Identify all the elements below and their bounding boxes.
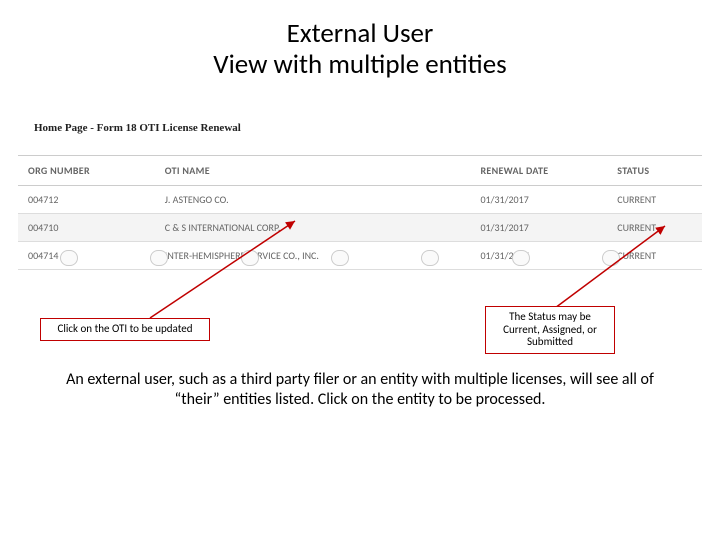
cell-name: J. ASTENGO CO. <box>155 186 471 214</box>
page-pill[interactable] <box>602 250 620 266</box>
cell-date: 01/31/2017 <box>470 186 607 214</box>
cell-org: 004712 <box>18 186 155 214</box>
col-org-number: ORG NUMBER <box>18 156 155 186</box>
page-pill[interactable] <box>331 250 349 266</box>
pagination-row <box>60 250 690 266</box>
cell-status: CURRENT <box>607 214 702 242</box>
table-header-row: ORG NUMBER OTI NAME RENEWAL DATE STATUS <box>18 156 702 186</box>
col-status: STATUS <box>607 156 702 186</box>
title-line-2: View with multiple entities <box>0 49 720 80</box>
cell-date: 01/31/2017 <box>470 214 607 242</box>
cell-name: C & S INTERNATIONAL CORP. <box>155 214 471 242</box>
page-pill[interactable] <box>241 250 259 266</box>
page-pill[interactable] <box>60 250 78 266</box>
callout-left: Click on the OTI to be updated <box>40 318 210 341</box>
callout-right: The Status may be Current, Assigned, or … <box>485 306 615 354</box>
cell-org: 004710 <box>18 214 155 242</box>
page-pill[interactable] <box>421 250 439 266</box>
col-renewal-date: RENEWAL DATE <box>470 156 607 186</box>
col-oti-name: OTI NAME <box>155 156 471 186</box>
cell-status: CURRENT <box>607 186 702 214</box>
body-paragraph: An external user, such as a third party … <box>64 370 656 410</box>
title-line-1: External User <box>0 18 720 49</box>
page-pill[interactable] <box>150 250 168 266</box>
table-row[interactable]: 004712 J. ASTENGO CO. 01/31/2017 CURRENT <box>18 186 702 214</box>
slide-title: External User View with multiple entitie… <box>0 0 720 80</box>
page-pill[interactable] <box>512 250 530 266</box>
table-row[interactable]: 004710 C & S INTERNATIONAL CORP. 01/31/2… <box>18 214 702 242</box>
page-header: Home Page - Form 18 OTI License Renewal <box>34 122 241 134</box>
